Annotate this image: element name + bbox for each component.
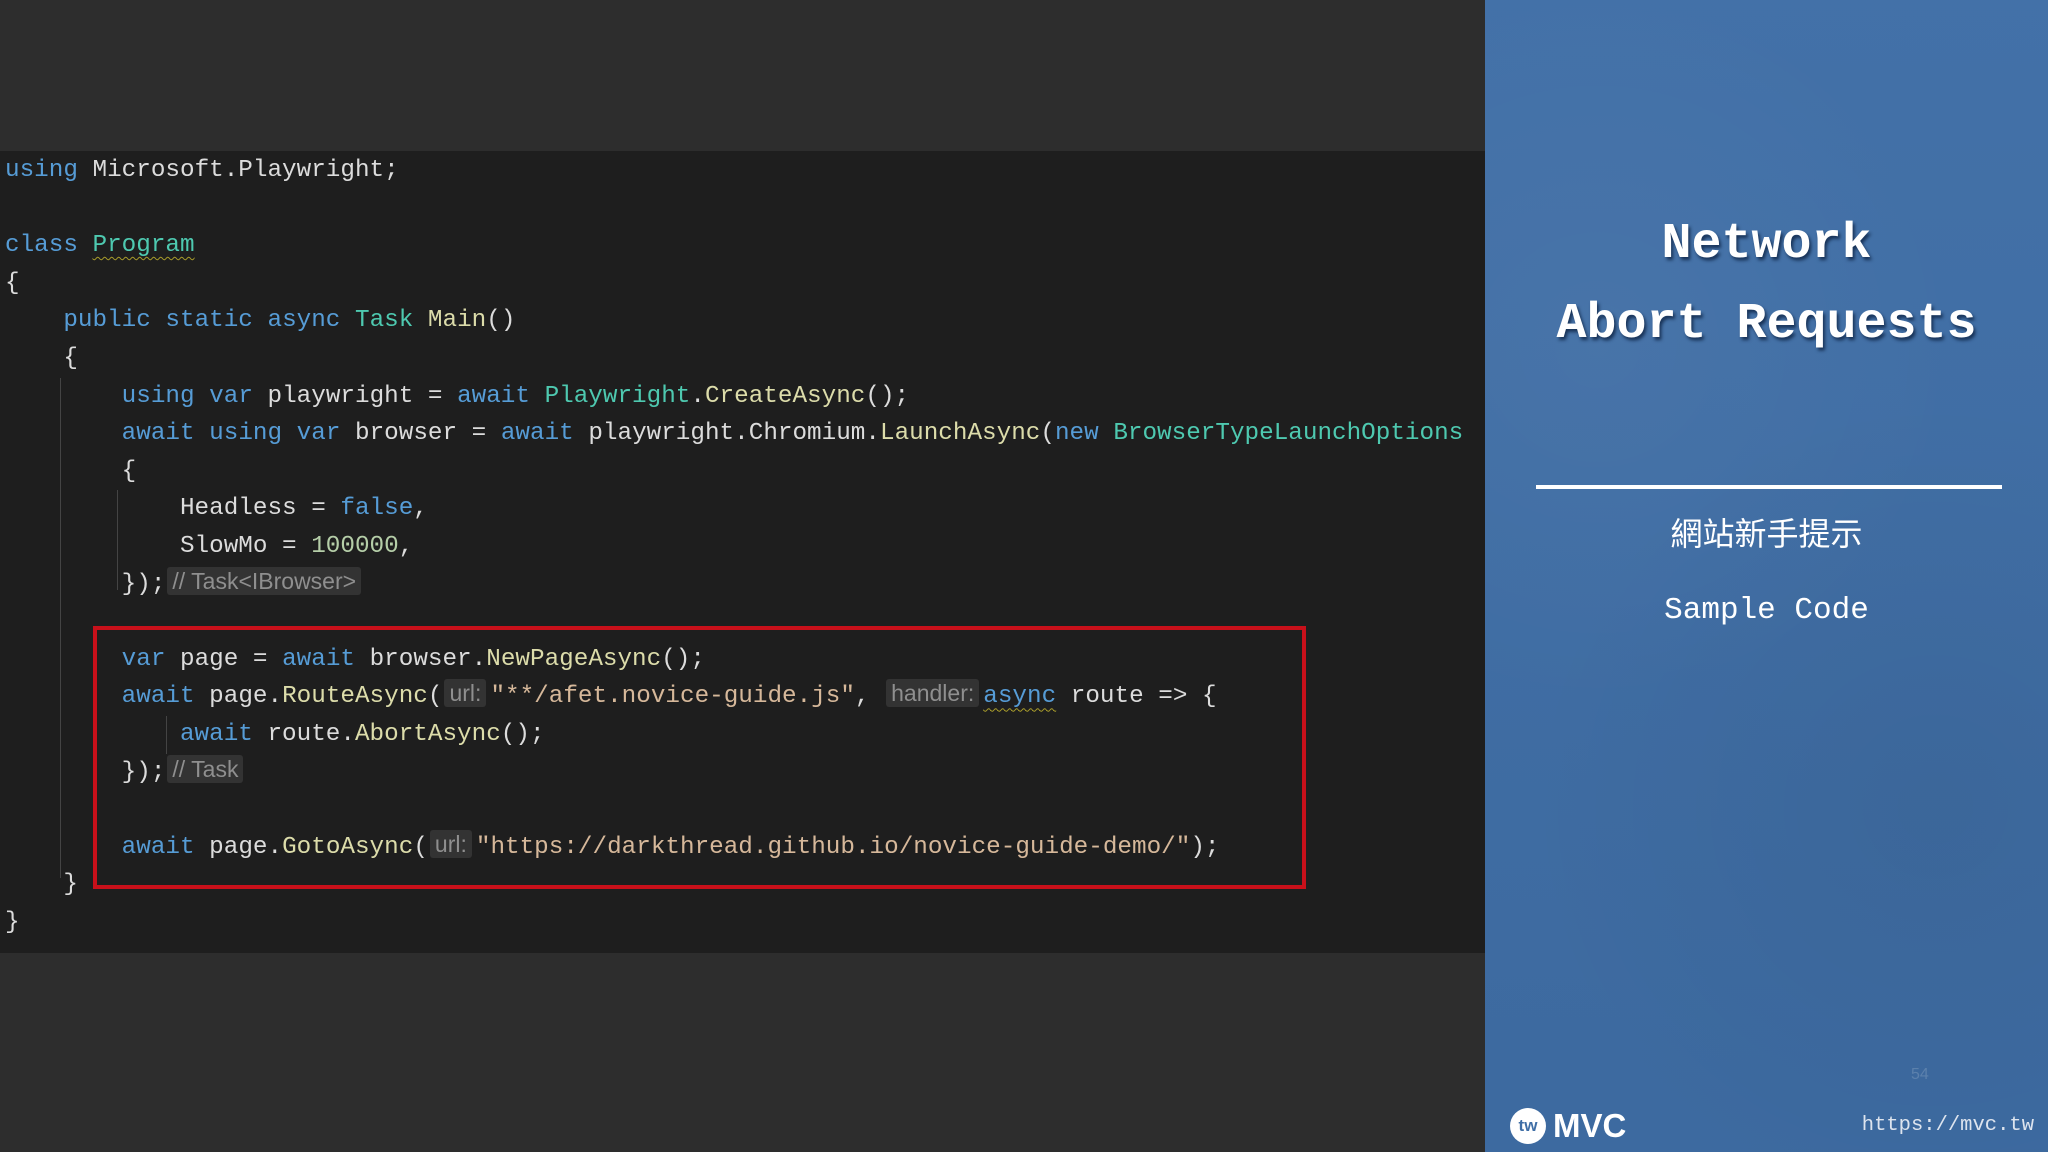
identifier-token: playwright [267,382,414,410]
keyword-token: using [5,157,78,184]
punctuation-token: . [690,382,705,410]
inlay-hint: // Task<IBrowser> [167,566,362,595]
code-line: class Program [5,227,195,265]
keyword-token: await [457,382,530,410]
punctuation-token: , [413,495,428,523]
keyword-token: using [209,420,283,448]
slide-title: Network Abort Requests [1485,205,2048,365]
type-name-token: Program [92,232,195,260]
punctuation-token: { [121,457,137,485]
type-name-token: BrowserTypeLaunchOptions [1113,420,1464,448]
code-line: { [5,453,137,491]
punctuation-token: = [296,495,341,523]
punctuation-token: { [5,269,20,297]
method-name-token: CreateAsync [704,382,866,410]
punctuation-token: } [63,871,78,899]
punctuation-token: ( [1040,420,1055,448]
identifier-token: Microsoft.Playwright; [92,157,399,184]
number-literal-token: 100000 [311,533,399,560]
keyword-token: class [5,232,78,260]
code-line: SlowMo = 100000, [5,528,413,566]
code-line: using Microsoft.Playwright; [5,152,399,190]
keyword-token: new [1054,420,1099,448]
logo-text: MVC [1553,1107,1627,1144]
type-name-token: Playwright [544,382,691,410]
punctuation-token: }); [121,570,166,598]
code-line: { [5,265,20,303]
identifier-token: Headless [179,495,297,523]
code-line: Headless = false, [5,490,428,528]
code-line: } [5,866,78,904]
punctuation-token: { [63,345,78,372]
keyword-token: async [267,307,341,335]
punctuation-token: . [865,420,880,448]
code-line: { [5,340,78,378]
code-line: await using var browser = await playwrig… [5,415,1464,453]
page-number: 54 [1911,1066,1929,1083]
tw-badge-icon: tw [1510,1108,1546,1144]
keyword-token: await [500,420,574,448]
method-name-token: Main [427,307,487,335]
keyword-token: static [165,307,253,335]
bottom-background-band [0,953,1485,1152]
highlight-box [93,626,1306,889]
code-line: using var playwright = await Playwright.… [5,378,909,416]
punctuation-token: = [267,533,312,560]
type-name-token: Task [354,307,414,335]
keyword-token: await [121,420,195,448]
identifier-token: playwright [588,420,735,448]
subtitle-english: Sample Code [1664,593,1869,628]
punctuation-token: . [734,420,749,448]
punctuation-token: (); [865,382,910,410]
slide-info-panel: Network Abort Requests 網站新手提示 Sample Cod… [1485,0,2048,1152]
code-line: } [5,904,20,942]
punctuation-token: = [457,420,501,448]
punctuation-token: } [5,909,20,936]
identifier-token: SlowMo [179,533,268,560]
keyword-token: public [63,307,151,335]
site-url: https://mvc.tw [1861,1114,2034,1137]
punctuation-token: = [413,382,458,410]
code-line: });// Task<IBrowser> [5,566,365,604]
keyword-token: var [296,420,341,448]
keyword-token: using [121,382,195,410]
method-name-token: LaunchAsync [879,420,1041,448]
identifier-token: browser [355,420,458,448]
title-divider [1536,485,2002,489]
subtitle-chinese: 網站新手提示 [1670,515,1863,553]
punctuation-token: () [486,307,516,335]
code-line: public static async Task Main() [5,302,515,340]
keyword-token: var [209,382,253,410]
punctuation-token: , [398,533,414,560]
identifier-token: Chromium [748,420,866,448]
slide-title-line: Network [1661,216,1872,273]
top-background-band [0,0,1485,151]
slide-title-line: Abort Requests [1556,296,1977,353]
keyword-token: false [340,495,414,523]
